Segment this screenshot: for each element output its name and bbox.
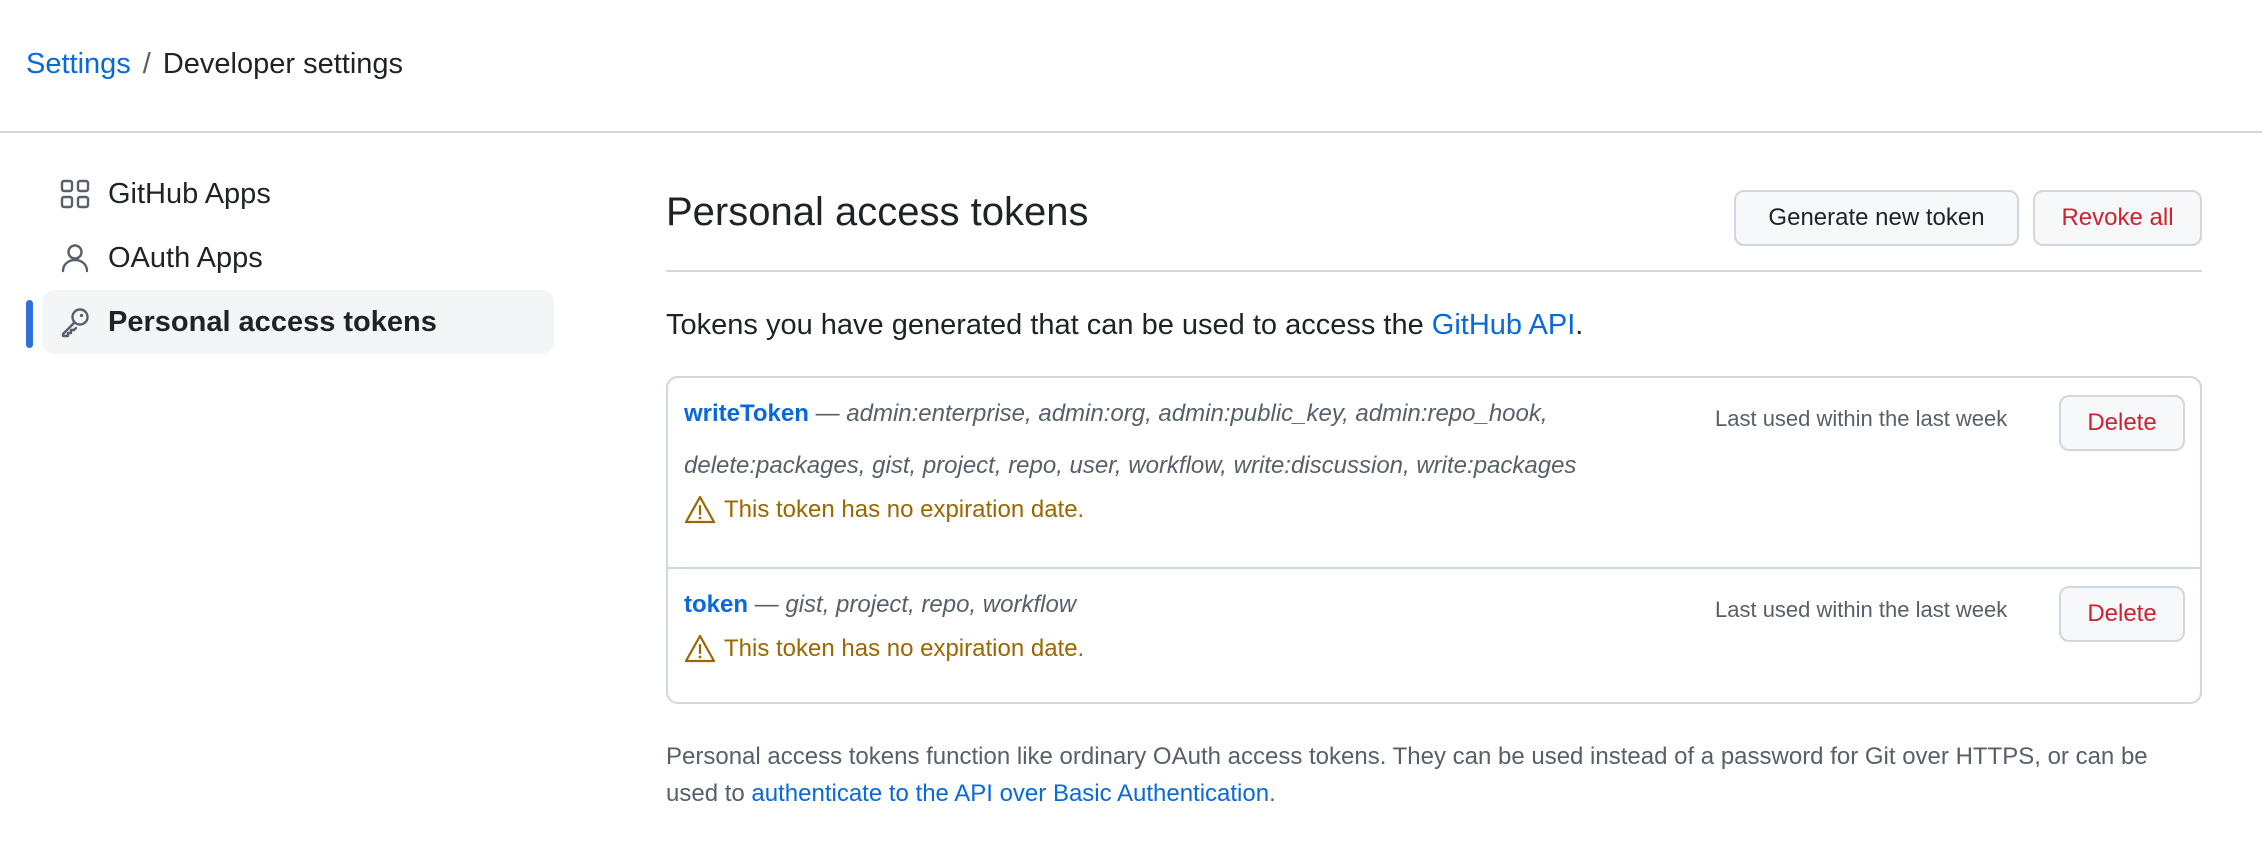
delete-token-button[interactable]: Delete — [2059, 395, 2185, 451]
github-api-link[interactable]: GitHub API — [1432, 309, 1575, 341]
sidebar-item-label: OAuth Apps — [108, 241, 263, 274]
sidebar-item-personal-access-tokens[interactable]: Personal access tokens — [26, 290, 554, 354]
token-row: token — gist, project, repo, workflow Th… — [668, 567, 2200, 702]
token-dash: — — [808, 400, 847, 427]
token-dash: — — [748, 591, 786, 618]
token-list: writeToken — admin:enterprise, admin:org… — [666, 376, 2202, 704]
breadcrumb: Settings / Developer settings — [26, 46, 403, 82]
sidebar-item-label: GitHub Apps — [108, 177, 271, 210]
page-title: Personal access tokens — [666, 190, 1089, 234]
person-icon — [58, 241, 92, 275]
intro-text: Tokens you have generated that can be us… — [666, 306, 2202, 344]
last-used-text: Last used within the last week — [1715, 597, 2008, 622]
last-used-text: Last used within the last week — [1715, 406, 2008, 431]
sidebar-item-label: Personal access tokens — [108, 305, 437, 338]
token-description: writeToken — admin:enterprise, admin:org… — [684, 388, 1664, 492]
top-header: Settings / Developer settings — [0, 0, 2262, 133]
revoke-all-button[interactable]: Revoke all — [2033, 190, 2202, 246]
token-expiration-warning: This token has no expiration date. — [684, 492, 2184, 528]
basic-auth-link[interactable]: authenticate to the API over Basic Authe… — [751, 780, 1269, 807]
warning-text: This token has no expiration date. — [724, 635, 1085, 662]
sidebar-item-oauth-apps[interactable]: OAuth Apps — [26, 226, 554, 290]
intro-prefix: Tokens you have generated that can be us… — [666, 309, 1432, 341]
main-content: Personal access tokens Generate new toke… — [666, 180, 2202, 812]
breadcrumb-separator: / — [142, 48, 151, 80]
token-scopes: gist, project, repo, workflow — [785, 591, 1077, 618]
warning-text: This token has no expiration date. — [724, 496, 1085, 523]
token-row: writeToken — admin:enterprise, admin:org… — [668, 378, 2200, 567]
sidebar-item-github-apps[interactable]: GitHub Apps — [26, 162, 554, 226]
token-name-link[interactable]: writeToken — [684, 400, 809, 427]
sidebar: GitHub Apps OAuth Apps Personal access t… — [26, 162, 554, 354]
footnote-suffix: . — [1269, 780, 1276, 807]
token-name-link[interactable]: token — [684, 591, 748, 618]
token-description: token — gist, project, repo, workflow — [684, 579, 1664, 631]
apps-grid-icon — [58, 177, 92, 211]
generate-new-token-button[interactable]: Generate new token — [1734, 190, 2019, 246]
intro-suffix: . — [1575, 309, 1584, 341]
token-expiration-warning: This token has no expiration date. — [684, 631, 2184, 667]
breadcrumb-current: Developer settings — [162, 48, 404, 80]
warning-icon — [684, 634, 716, 663]
warning-icon — [684, 495, 716, 524]
delete-token-button[interactable]: Delete — [2059, 586, 2185, 642]
page-header: Personal access tokens Generate new toke… — [666, 180, 2202, 272]
breadcrumb-settings-link[interactable]: Settings — [26, 46, 131, 82]
key-icon — [58, 305, 92, 339]
footnote-text: Personal access tokens function like ord… — [666, 738, 2202, 812]
